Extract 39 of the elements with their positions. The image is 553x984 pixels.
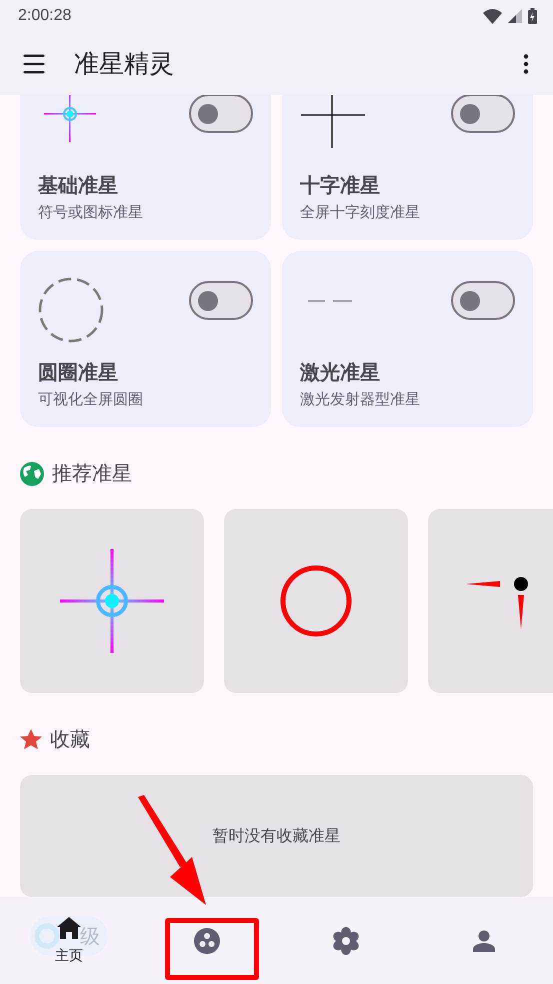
globe-icon bbox=[20, 462, 44, 486]
lifebuoy-icon bbox=[34, 923, 60, 949]
toggle-switch[interactable] bbox=[451, 95, 515, 133]
card-title: 圆圈准星 bbox=[38, 359, 119, 386]
flower-icon bbox=[332, 926, 359, 954]
card-title: 激光准星 bbox=[300, 359, 381, 386]
crosshair-card[interactable]: 圆圈准星 可视化全屏圆圈 bbox=[20, 251, 271, 427]
section-title: 收藏 bbox=[50, 726, 90, 753]
card-subtitle: 激光发射器型准星 bbox=[300, 390, 421, 409]
toggle-switch[interactable] bbox=[189, 95, 253, 133]
home-icon bbox=[57, 916, 82, 938]
circle-icon bbox=[279, 564, 353, 638]
card-subtitle: 符号或图标准星 bbox=[38, 203, 144, 222]
section-title: 推荐准星 bbox=[52, 460, 132, 487]
battery-icon bbox=[528, 8, 537, 24]
dash-line-icon bbox=[308, 298, 352, 304]
toggle-switch[interactable] bbox=[451, 281, 515, 320]
crosshair-icon bbox=[59, 548, 165, 654]
app-title: 准星精灵 bbox=[74, 48, 175, 80]
status-time: 2:00:28 bbox=[18, 7, 72, 25]
person-icon bbox=[472, 930, 495, 952]
star-icon bbox=[20, 729, 42, 750]
crosshair-tile[interactable] bbox=[224, 509, 408, 693]
card-title: 基础准星 bbox=[38, 172, 119, 199]
crosshair-card[interactable]: 基础准星 符号或图标准星 bbox=[20, 95, 271, 240]
toggle-switch[interactable] bbox=[189, 281, 253, 320]
card-subtitle: 全屏十字刻度准星 bbox=[300, 203, 421, 222]
crosshair-card[interactable]: 十字准星 全屏十字刻度准星 bbox=[282, 95, 533, 240]
dashed-circle-icon bbox=[38, 277, 104, 343]
section-title: 级 bbox=[80, 922, 100, 949]
crosshair-icon bbox=[300, 95, 366, 148]
crosshair-card[interactable]: 激光准星 激光发射器型准星 bbox=[282, 251, 533, 427]
wifi-icon bbox=[483, 8, 502, 24]
card-subtitle: 可视化全屏圆圈 bbox=[38, 390, 144, 409]
card-title: 十字准星 bbox=[300, 172, 381, 199]
empty-message: 暂时没有收藏准星 bbox=[212, 826, 340, 846]
three-dots-circle-icon bbox=[194, 928, 220, 954]
signal-icon bbox=[508, 9, 522, 23]
crosshair-tile[interactable] bbox=[20, 509, 204, 693]
